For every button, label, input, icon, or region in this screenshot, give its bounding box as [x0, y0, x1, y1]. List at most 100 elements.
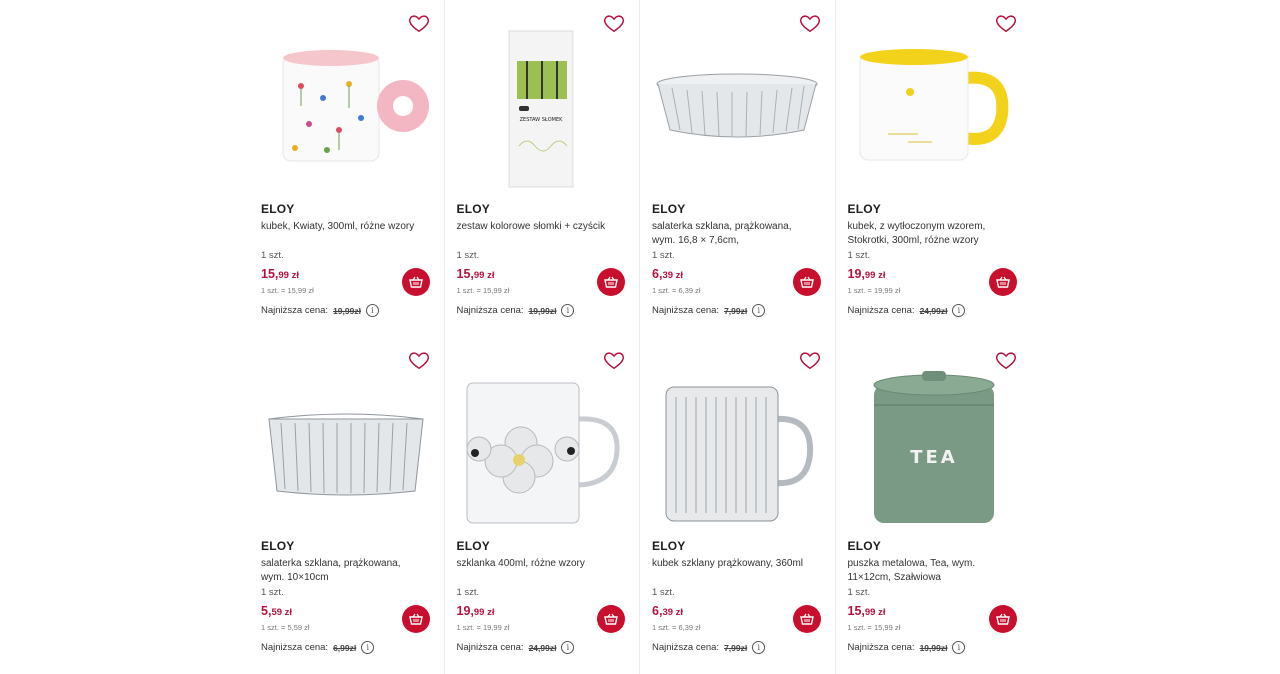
product-card[interactable]: ZESTAW SŁOMEK ELOY zestaw kolorowe słomk…	[445, 0, 640, 337]
product-image[interactable]	[652, 363, 823, 529]
product-card[interactable]: ELOY kubek, Kwiaty, 300ml, różne wzory 1…	[249, 0, 445, 337]
info-icon[interactable]: i	[365, 304, 379, 317]
unit-price: 1 szt. = 19,99 zł	[847, 286, 901, 295]
product-image[interactable]	[848, 26, 1020, 192]
product-name[interactable]: kubek, Kwiaty, 300ml, różne wzory	[261, 220, 424, 234]
yellow-mug-image	[859, 49, 1009, 161]
lowest-price-value: 24,99zł	[919, 305, 948, 316]
lowest-price-value: 19,99zł	[919, 642, 948, 653]
add-to-cart-button[interactable]	[792, 605, 821, 633]
basket-icon	[408, 276, 423, 288]
product-brand: ELOY	[847, 539, 881, 553]
lowest-price-label: Najniższa cena:	[456, 642, 524, 653]
lowest-price-row: Najniższa cena: 19,99zł i	[457, 304, 575, 317]
basket-icon	[604, 276, 618, 288]
lowest-price-value: 19,99zł	[528, 305, 557, 316]
info-icon[interactable]: i	[952, 641, 966, 654]
product-brand: ELOY	[652, 202, 686, 216]
unit-price: 1 szt. = 15,99 zł	[261, 286, 314, 295]
svg-text:TEA: TEA	[910, 447, 958, 468]
lowest-price-label: Najniższa cena:	[847, 305, 915, 316]
unit-price: 1 szt. = 15,99 zł	[847, 623, 901, 632]
tea-tin-image: TEA	[873, 371, 995, 523]
lowest-price-value: 19,99zł	[333, 305, 361, 316]
lowest-price-row: Najniższa cena: 24,99zł i	[848, 304, 966, 317]
product-brand: ELOY	[456, 202, 490, 216]
product-name[interactable]: kubek, z wytłoczonym wzorem, Stokrotki, …	[848, 220, 1012, 248]
product-quantity: 1 szt.	[456, 250, 480, 261]
glass-oval-bowl-image	[656, 73, 818, 138]
info-icon[interactable]: i	[361, 641, 375, 654]
add-to-cart-button[interactable]	[597, 605, 625, 633]
product-image[interactable]	[457, 363, 628, 529]
lowest-price-label: Najniższa cena:	[261, 305, 329, 316]
add-to-cart-button[interactable]	[401, 605, 430, 633]
product-card[interactable]: TEA ELOY puszka metalowa, Tea, wym. 11×1…	[836, 337, 1032, 674]
info-icon[interactable]: i	[752, 641, 766, 654]
product-brand: ELOY	[456, 539, 490, 553]
add-to-cart-button[interactable]	[989, 268, 1017, 296]
lowest-price-row: Najniższa cena: 7,99zł i	[652, 641, 766, 654]
basket-icon	[408, 613, 423, 625]
lowest-price-value: 24,99zł	[528, 642, 557, 653]
lowest-price-label: Najniższa cena:	[261, 642, 329, 653]
product-price: 15,99 zł	[456, 267, 495, 281]
info-icon[interactable]: i	[952, 304, 966, 317]
product-name[interactable]: kubek szklany prążkowany, 360ml	[652, 557, 815, 571]
lowest-price-label: Najniższa cena:	[652, 305, 720, 316]
product-price: 6,39 zł	[652, 604, 684, 618]
info-icon[interactable]: i	[561, 304, 575, 317]
flower-mug-image	[282, 50, 430, 162]
product-price: 15,99 zł	[847, 604, 886, 618]
add-to-cart-button[interactable]	[989, 605, 1017, 633]
product-image[interactable]: TEA	[848, 363, 1020, 529]
product-quantity: 1 szt.	[652, 587, 675, 598]
product-name[interactable]: puszka metalowa, Tea, wym. 11×12cm, Szał…	[848, 557, 1012, 585]
product-quantity: 1 szt.	[652, 250, 675, 261]
lowest-price-row: Najniższa cena: 6,99zł i	[261, 641, 375, 654]
svg-text:ZESTAW SŁOMEK: ZESTAW SŁOMEK	[519, 117, 562, 123]
unit-price: 1 szt. = 6,39 zł	[652, 286, 701, 295]
add-to-cart-button[interactable]	[792, 268, 821, 296]
product-quantity: 1 szt.	[456, 587, 480, 598]
unit-price: 1 szt. = 6,39 zł	[652, 623, 701, 632]
product-card[interactable]: ELOY kubek, z wytłoczonym wzorem, Stokro…	[836, 0, 1032, 337]
product-name[interactable]: zestaw kolorowe słomki + czyścik	[457, 220, 620, 234]
product-quantity: 1 szt.	[261, 250, 284, 261]
product-card[interactable]: ELOY kubek szklany prążkowany, 360ml 1 s…	[640, 337, 836, 674]
unit-price: 1 szt. = 15,99 zł	[456, 286, 510, 295]
info-icon[interactable]: i	[752, 304, 766, 317]
product-card[interactable]: ELOY szklanka 400ml, różne wzory 1 szt. …	[445, 337, 640, 674]
ribbed-glass-mug-image	[665, 386, 814, 522]
glass-square-bowl-image	[268, 413, 424, 496]
product-name[interactable]: salaterka szklana, prążkowana, wym. 16,8…	[652, 220, 815, 248]
product-name[interactable]: salaterka szklana, prążkowana, wym. 10×1…	[261, 557, 424, 585]
product-card[interactable]: ELOY salaterka szklana, prążkowana, wym.…	[249, 337, 445, 674]
add-to-cart-button[interactable]	[597, 268, 625, 296]
lowest-price-row: Najniższa cena: 24,99zł i	[457, 641, 575, 654]
product-image[interactable]	[261, 363, 432, 529]
lowest-price-row: Najniższa cena: 19,99zł i	[848, 641, 966, 654]
product-name[interactable]: szklanka 400ml, różne wzory	[457, 557, 620, 571]
basket-icon	[996, 276, 1010, 288]
basket-icon	[799, 276, 814, 288]
add-to-cart-button[interactable]	[401, 268, 430, 296]
product-brand: ELOY	[847, 202, 881, 216]
product-image[interactable]: ZESTAW SŁOMEK	[457, 26, 628, 192]
basket-icon	[604, 613, 618, 625]
lowest-price-row: Najniższa cena: 19,99zł i	[261, 304, 379, 317]
product-quantity: 1 szt.	[847, 587, 871, 598]
product-card[interactable]: ELOY salaterka szklana, prążkowana, wym.…	[640, 0, 836, 337]
product-brand: ELOY	[261, 202, 295, 216]
product-image[interactable]	[652, 26, 823, 192]
unit-price: 1 szt. = 19,99 zł	[456, 623, 510, 632]
lowest-price-value: 7,99zł	[724, 642, 748, 653]
daisy-glass-mug-image	[466, 382, 620, 524]
product-image[interactable]	[261, 26, 432, 192]
product-brand: ELOY	[652, 539, 686, 553]
product-quantity: 1 szt.	[261, 587, 284, 598]
lowest-price-label: Najniższa cena:	[847, 642, 915, 653]
product-price: 15,99 zł	[261, 267, 299, 281]
info-icon[interactable]: i	[561, 641, 575, 654]
product-brand: ELOY	[261, 539, 295, 553]
